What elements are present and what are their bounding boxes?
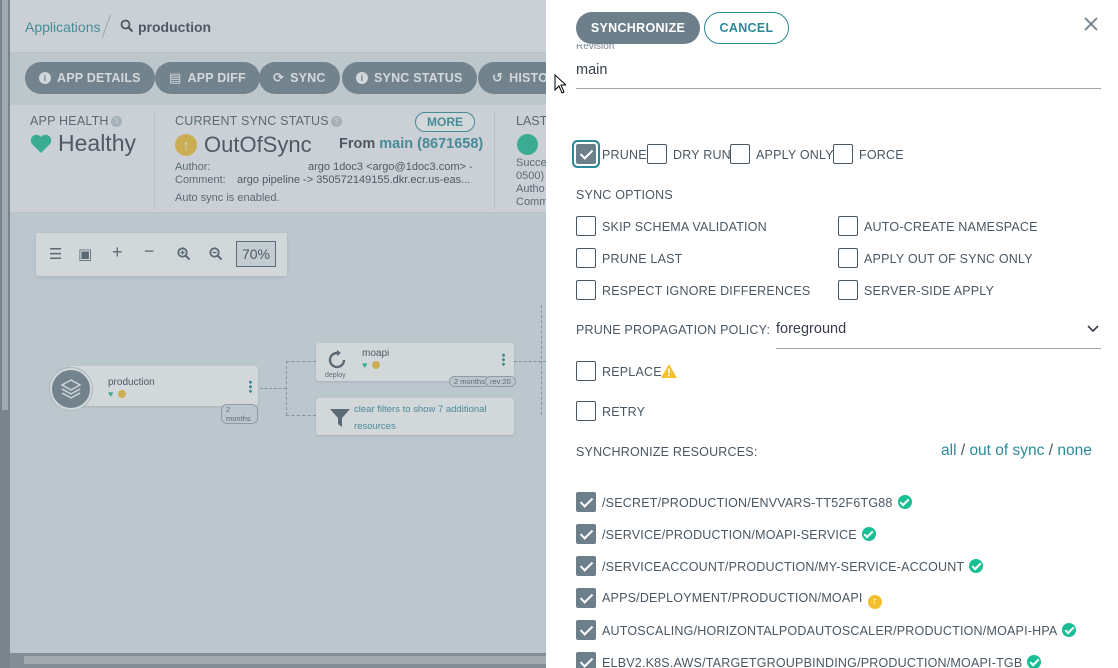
mouse-cursor-icon <box>554 74 566 94</box>
skip-schema-validation-label: SKIP SCHEMA VALIDATION <box>602 220 767 234</box>
revision-input[interactable]: main <box>576 62 1101 89</box>
modal-backdrop[interactable] <box>0 0 546 668</box>
resource-checkbox[interactable] <box>576 652 596 668</box>
force-label: FORCE <box>859 148 904 162</box>
prune-label: PRUNE <box>602 148 647 162</box>
skip-schema-validation-checkbox[interactable] <box>576 216 596 236</box>
resource-label: /SERVICE/PRODUCTION/MOAPI-SERVICE <box>602 528 857 542</box>
resource-label: ELBV2.K8S.AWS/TARGETGROUPBINDING/PRODUCT… <box>602 656 1023 668</box>
dry-run-checkbox[interactable] <box>647 144 667 164</box>
chevron-down-icon <box>1087 325 1099 333</box>
auto-create-namespace-label: AUTO-CREATE NAMESPACE <box>864 220 1038 234</box>
resource-label: AUTOSCALING/HORIZONTALPODAUTOSCALER/PROD… <box>602 624 1058 638</box>
server-side-apply-label: SERVER-SIDE APPLY <box>864 284 995 298</box>
resource-name: ELBV2.K8S.AWS/TARGETGROUPBINDING/PRODUCT… <box>602 655 1042 668</box>
resource-label: /SERVICEACCOUNT/PRODUCTION/MY-SERVICE-AC… <box>602 560 965 574</box>
prune-propagation-policy-label: PRUNE PROPAGATION POLICY: <box>576 323 771 337</box>
resource-name: /SERVICE/PRODUCTION/MOAPI-SERVICE <box>602 527 876 542</box>
synchronize-button[interactable]: SYNCHRONIZE <box>576 12 700 44</box>
synced-check-icon <box>897 495 912 509</box>
synchronize-resources-label: SYNCHRONIZE RESOURCES: <box>576 445 758 459</box>
force-checkbox[interactable] <box>833 144 853 164</box>
resource-label: APPS/DEPLOYMENT/PRODUCTION/MOAPI <box>602 591 863 605</box>
dry-run-label: DRY RUN <box>673 148 731 162</box>
resource-name: /SECRET/PRODUCTION/ENVVARS-TT52F6TG88 <box>602 495 912 510</box>
synced-check-icon <box>969 559 984 573</box>
prune-propagation-policy-select[interactable]: foreground <box>776 315 1101 349</box>
resource-checkbox[interactable] <box>576 620 596 640</box>
auto-create-namespace-checkbox[interactable] <box>838 216 858 236</box>
apply-out-of-sync-only-label: APPLY OUT OF SYNC ONLY <box>864 252 1033 266</box>
server-side-apply-checkbox[interactable] <box>838 280 858 300</box>
select-out-of-sync-link[interactable]: out of sync <box>969 442 1044 459</box>
synced-check-icon <box>861 527 876 541</box>
apply-only-label: APPLY ONLY <box>756 148 834 162</box>
synced-check-icon <box>1062 623 1077 637</box>
prune-checkbox[interactable] <box>576 144 596 164</box>
replace-label: REPLACE <box>602 365 662 379</box>
apply-out-of-sync-only-checkbox[interactable] <box>838 248 858 268</box>
sync-panel: SYNCHRONIZE CANCEL Revision main PRUNE D… <box>546 0 1118 668</box>
select-all-link[interactable]: all <box>941 442 957 459</box>
resource-name: APPS/DEPLOYMENT/PRODUCTION/MOAPI ↑ <box>602 591 882 609</box>
warning-icon <box>661 364 677 378</box>
resource-label: /SECRET/PRODUCTION/ENVVARS-TT52F6TG88 <box>602 496 893 510</box>
resource-checkbox[interactable] <box>576 588 596 608</box>
resource-checkbox[interactable] <box>576 492 596 512</box>
resource-name: /SERVICEACCOUNT/PRODUCTION/MY-SERVICE-AC… <box>602 559 984 574</box>
select-none-link[interactable]: none <box>1057 442 1091 459</box>
retry-checkbox[interactable] <box>576 401 596 421</box>
prune-policy-value: foreground <box>776 321 847 337</box>
sync-options-title: SYNC OPTIONS <box>576 188 673 202</box>
respect-ignore-differences-checkbox[interactable] <box>576 280 596 300</box>
prune-last-label: PRUNE LAST <box>602 252 683 266</box>
resource-selector: all / out of sync / none <box>941 442 1092 459</box>
retry-label: RETRY <box>602 405 646 419</box>
resource-checkbox[interactable] <box>576 556 596 576</box>
respect-ignore-differences-label: RESPECT IGNORE DIFFERENCES <box>602 284 811 298</box>
cancel-button[interactable]: CANCEL <box>704 12 789 44</box>
synced-check-icon <box>1027 655 1042 668</box>
resource-name: AUTOSCALING/HORIZONTALPODAUTOSCALER/PROD… <box>602 623 1077 638</box>
replace-checkbox[interactable] <box>576 361 596 381</box>
close-icon[interactable] <box>1083 16 1099 32</box>
apply-only-checkbox[interactable] <box>730 144 750 164</box>
prune-last-checkbox[interactable] <box>576 248 596 268</box>
revision-label: Revision <box>576 44 615 52</box>
resource-checkbox[interactable] <box>576 524 596 544</box>
outofsync-arrow-icon: ↑ <box>867 595 882 609</box>
